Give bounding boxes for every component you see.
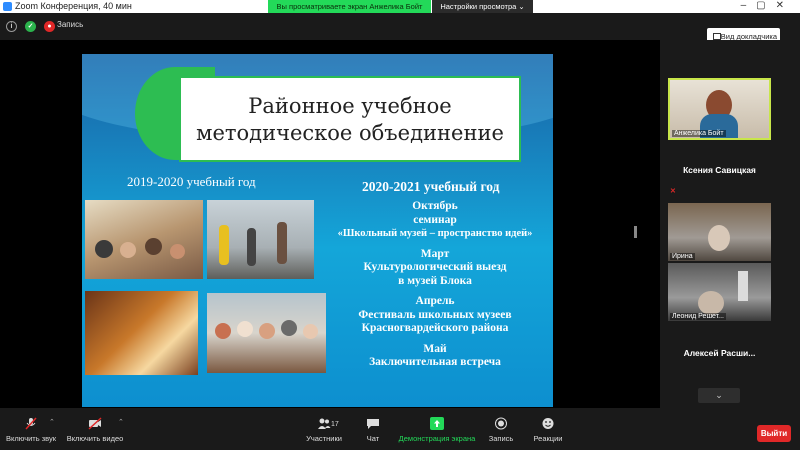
participant-tile[interactable]: Ирина (668, 203, 771, 261)
info-icon[interactable]: i (6, 21, 17, 32)
share-screen-label: Демонстрация экрана (398, 434, 476, 443)
unmute-button[interactable]: Включить звук (2, 408, 60, 450)
view-settings-button[interactable]: Настройки просмотра ⌄ (432, 0, 533, 13)
presentation-slide: Районное учебное методическое объединени… (82, 54, 553, 407)
recording-icon: ● (44, 21, 55, 32)
panel-resize-handle[interactable] (634, 226, 637, 238)
photo-museum-visit (207, 200, 314, 279)
reactions-smiley-icon (542, 418, 554, 429)
participant-avatar (708, 225, 730, 251)
start-video-button[interactable]: Включить видео (64, 408, 126, 450)
scroll-down-button[interactable]: ⌄ (698, 388, 740, 403)
participants-button[interactable]: Участники (304, 408, 344, 450)
chevron-up-icon[interactable]: ⌃ (118, 418, 124, 426)
chat-button[interactable]: Чат (360, 408, 386, 450)
event-line: Культурологический выезд (363, 261, 507, 273)
start-video-label: Включить видео (66, 434, 124, 443)
participant-background (738, 271, 748, 301)
slide-title-line1: Районное учебное (248, 94, 452, 118)
record-icon (495, 417, 507, 430)
chevron-down-icon: ⌄ (715, 390, 723, 400)
event-october: Октябрь семинар «Школьный музей – простр… (310, 200, 553, 241)
participants-count: 17 (331, 421, 339, 428)
event-may: Май Заключительная встреча (310, 343, 553, 370)
participants-icon (318, 418, 331, 429)
video-off-icon (88, 417, 102, 430)
window-titlebar: Zoom Конференция, 40 мин Вы просматривае… (0, 0, 800, 13)
window-controls[interactable]: –▢✕ (741, 0, 794, 11)
event-line: Заключительная встреча (369, 356, 501, 368)
photo-group-audience (207, 293, 326, 373)
event-line: Фестиваль школьных музеев (358, 308, 512, 321)
muted-mic-icon: ✕ (670, 188, 676, 195)
event-line: Март (420, 247, 450, 260)
year-left-heading: 2019-2020 учебный год (127, 174, 256, 189)
event-line: Октябрь (412, 200, 458, 212)
zoom-logo-icon (3, 2, 12, 11)
photo-meeting-room (85, 200, 203, 279)
participant-name: Анжелика Бойт (672, 130, 726, 137)
events-list: Октябрь семинар «Школьный музей – простр… (310, 200, 553, 377)
chat-icon (367, 419, 379, 429)
participant-name: Алексей Расши... (683, 348, 756, 358)
participant-tile[interactable]: Леонид Решет... (668, 263, 771, 321)
muted-mic-icon (25, 417, 37, 430)
participant-avatar (698, 291, 724, 315)
window-title: Zoom Конференция, 40 мин (15, 1, 132, 11)
event-line: Май (423, 342, 447, 355)
participant-name: Ирина (670, 253, 695, 260)
meeting-topbar: i ✓ ● Запись Вид докладчика (0, 13, 800, 45)
maximize-icon[interactable]: ▢ (756, 0, 775, 11)
event-line: Апрель (415, 295, 455, 307)
share-screen-icon (430, 417, 444, 430)
record-label: Запись (488, 434, 514, 443)
participant-tile-no-video[interactable]: Алексей Расши... (668, 325, 771, 381)
chevron-up-icon[interactable]: ⌃ (49, 418, 55, 426)
participant-tile-no-video[interactable]: Ксения Савицкая ✕ (668, 142, 771, 198)
participants-label: Участники (306, 434, 342, 443)
participant-name: Леонид Решет... (670, 313, 726, 320)
security-shield-icon[interactable]: ✓ (25, 21, 36, 32)
recording-label: Запись (57, 20, 84, 29)
slide-title-line2: методическое объединение (196, 121, 504, 145)
event-line: семинар (413, 213, 457, 226)
photo-library-interior (85, 291, 198, 375)
event-line: в музей Блока (398, 274, 472, 287)
grid-icon (713, 33, 721, 40)
share-screen-button[interactable]: Демонстрация экрана (398, 408, 476, 450)
screen-share-banner: Вы просматриваете экран Анжелика Бойт (268, 0, 431, 13)
reactions-button[interactable]: Реакции (530, 408, 566, 450)
slide-title: Районное учебное методическое объединени… (179, 76, 521, 162)
participant-name: Ксения Савицкая (683, 165, 756, 175)
event-march: Март Культурологический выезд в музей Бл… (310, 248, 553, 289)
event-april: Апрель Фестиваль школьных музеев Красног… (310, 295, 553, 336)
chat-label: Чат (366, 434, 380, 443)
year-right-heading: 2020-2021 учебный год (362, 179, 500, 194)
record-button[interactable]: Запись (486, 408, 516, 450)
leave-meeting-button[interactable]: Выйти (757, 425, 791, 442)
event-line: «Школьный музей – пространство идей» (337, 228, 533, 239)
close-icon[interactable]: ✕ (776, 0, 794, 11)
unmute-label: Включить звук (5, 434, 57, 443)
event-line: Красногвардейского района (361, 322, 509, 334)
participant-tile-active[interactable]: Анжелика Бойт (668, 78, 771, 140)
reactions-label: Реакции (533, 434, 563, 443)
minimize-icon[interactable]: – (741, 0, 757, 11)
